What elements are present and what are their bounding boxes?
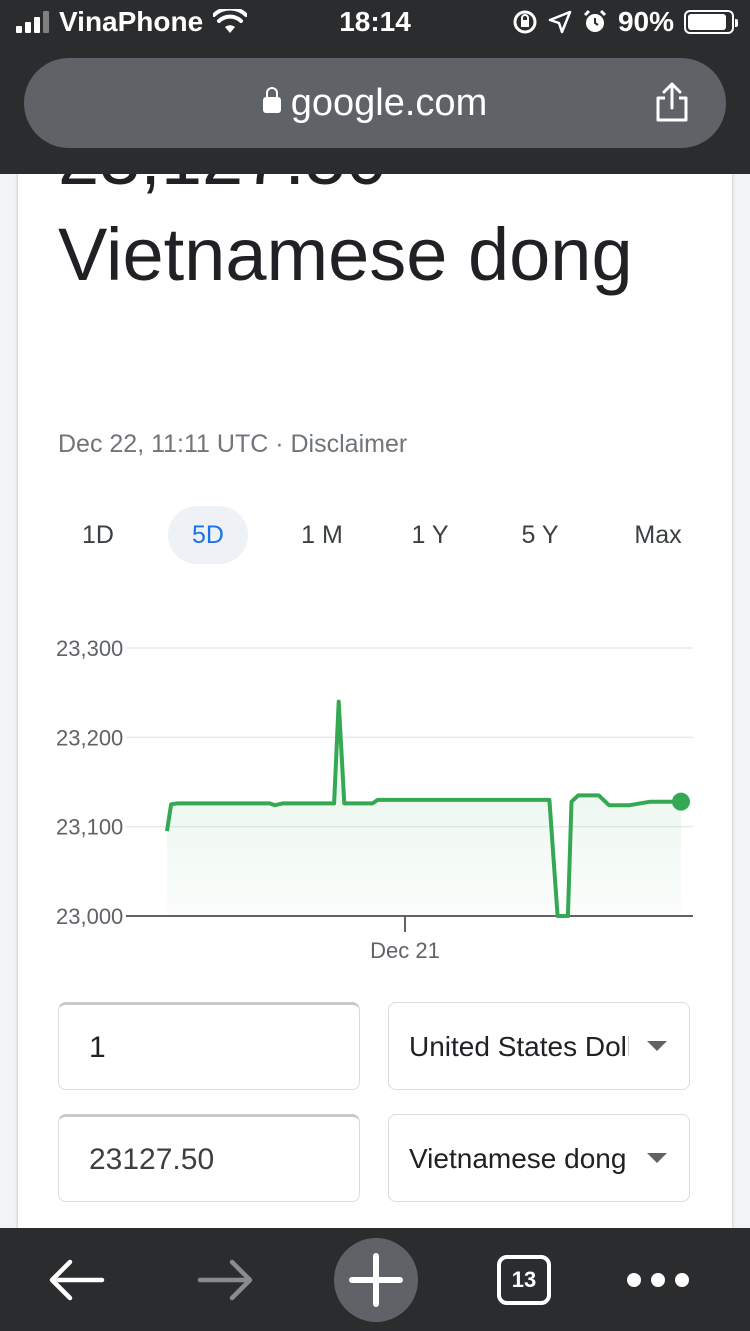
more-dots-icon [627, 1272, 689, 1287]
status-bar: VinaPhone 18:14 90% [0, 0, 750, 48]
chart-y-tick-label: 23,100 [56, 815, 123, 840]
tab-1m[interactable]: 1 M [282, 506, 362, 564]
timestamp-text: Dec 22, 11:11 UTC · [58, 430, 291, 458]
more-menu-button[interactable] [618, 1228, 698, 1331]
back-button[interactable] [36, 1228, 116, 1331]
currency-converter-card: 23,127.50 Vietnamese dong Dec 22, 11:11 … [18, 174, 732, 1228]
browser-header: google.com [0, 48, 750, 174]
exchange-rate-chart[interactable]: 23,300 23,200 23,100 23,000 Dec 21 [18, 614, 732, 984]
chevron-down-icon [647, 1153, 667, 1163]
battery-icon [684, 10, 738, 34]
chart-y-tick-label: 23,200 [56, 725, 123, 750]
chart-y-tick-label: 23,300 [56, 636, 123, 661]
chart-x-tick-label: Dec 21 [370, 938, 440, 963]
tab-5y[interactable]: 5 Y [500, 506, 580, 564]
battery-percent: 90% [617, 6, 674, 37]
target-currency-title: Vietnamese dong [58, 213, 633, 296]
url-text: google.com [290, 82, 488, 124]
rate-timestamp: Dec 22, 11:11 UTC · Disclaimer [58, 430, 407, 459]
forward-button[interactable] [186, 1228, 266, 1331]
chart-area-fill [167, 701, 681, 916]
address-bar[interactable]: google.com [24, 58, 726, 148]
share-icon[interactable] [652, 80, 692, 124]
converted-value: 23,127.50 [58, 174, 387, 201]
from-currency-select[interactable]: United States Dollar [388, 1002, 690, 1090]
chevron-down-icon [647, 1041, 667, 1051]
from-amount-value: 1 [89, 1031, 106, 1064]
rotation-lock-icon [513, 10, 537, 34]
browser-toolbar: 13 [0, 1228, 750, 1331]
tab-1d[interactable]: 1D [42, 506, 154, 564]
range-tabs: 1D 5D 1 M 1 Y 5 Y Max [42, 506, 708, 566]
plus-icon [349, 1253, 403, 1307]
to-amount-input[interactable]: 23127.50 [58, 1114, 360, 1202]
from-currency-value: United States Dollar [409, 1031, 659, 1062]
to-amount-value: 23127.50 [89, 1143, 215, 1176]
lock-icon [262, 87, 281, 113]
page-content: 23,127.50 Vietnamese dong Dec 22, 11:11 … [0, 174, 750, 1228]
to-currency-value: Vietnamese dong [409, 1143, 627, 1174]
tab-switcher-button[interactable]: 13 [484, 1228, 564, 1331]
chart-y-tick-label: 23,000 [56, 904, 123, 929]
chart-current-point [672, 792, 690, 811]
disclaimer-link[interactable]: Disclaimer [291, 430, 408, 458]
location-icon [548, 10, 572, 34]
tab-switcher-icon: 13 [497, 1254, 551, 1305]
tab-1y[interactable]: 1 Y [390, 506, 470, 564]
forward-arrow-icon [197, 1259, 253, 1300]
to-currency-select[interactable]: Vietnamese dong [388, 1114, 690, 1202]
from-amount-input[interactable]: 1 [58, 1002, 360, 1090]
back-arrow-icon [49, 1259, 105, 1300]
tab-5d[interactable]: 5D [168, 506, 248, 564]
alarm-icon [583, 9, 607, 32]
new-tab-button[interactable] [334, 1238, 418, 1322]
tab-max[interactable]: Max [610, 506, 706, 564]
